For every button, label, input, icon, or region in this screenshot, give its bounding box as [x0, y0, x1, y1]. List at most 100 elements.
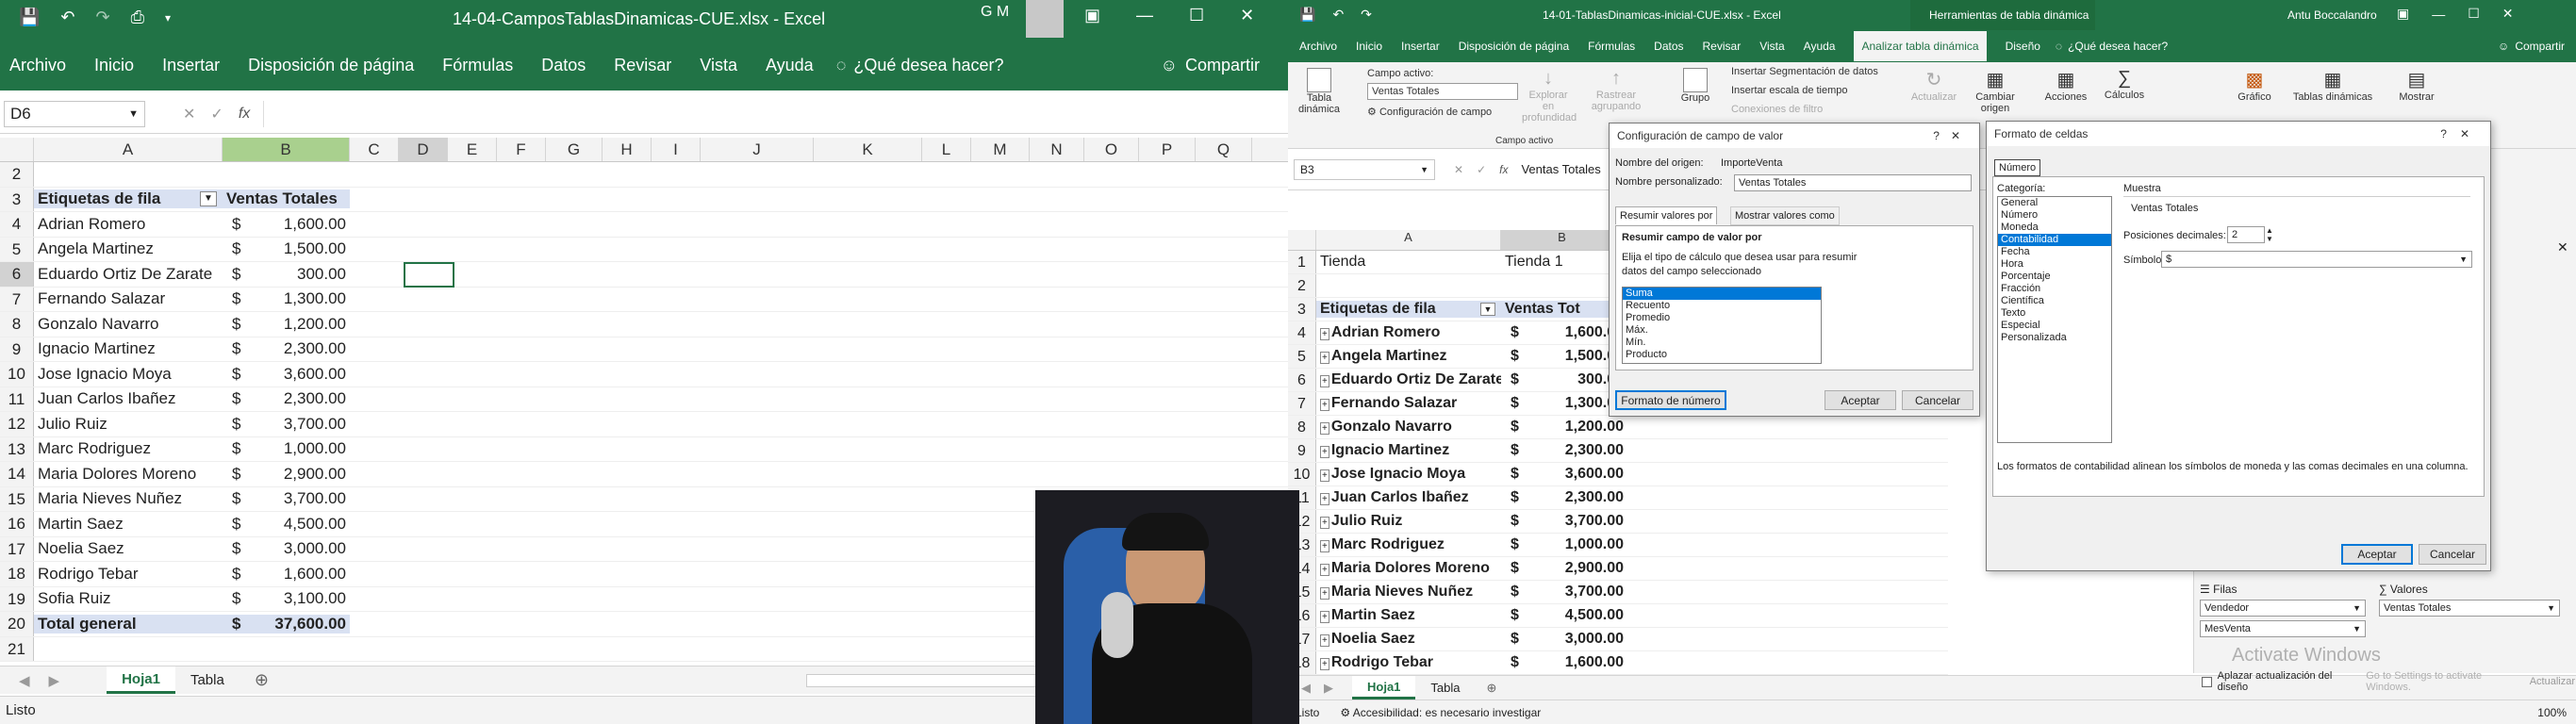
column-header[interactable]: E	[448, 138, 497, 161]
undo-icon[interactable]: ↶	[60, 8, 74, 27]
cell-label[interactable]: Julio Ruiz	[34, 415, 223, 434]
row-header[interactable]: 8	[1288, 416, 1316, 438]
cell-label[interactable]: Fernando Salazar	[34, 289, 223, 308]
cell-label[interactable]: + Gonzalo Navarro	[1316, 419, 1501, 436]
cell-value[interactable]: 2,300.00	[1529, 489, 1624, 506]
cell-label[interactable]: + Fernando Salazar	[1316, 395, 1501, 412]
row-header[interactable]: 7	[0, 287, 34, 311]
scroll-left-icon[interactable]: ◀	[1301, 681, 1311, 696]
scroll-left-icon[interactable]: ◀	[19, 672, 30, 689]
add-sheet-icon[interactable]: ⊕	[255, 670, 269, 690]
cell-label[interactable]: Jose Ignacio Moya	[34, 365, 223, 384]
row-header[interactable]: 10	[1288, 463, 1316, 485]
cell-label[interactable]: + Maria Dolores Moreno	[1316, 560, 1501, 577]
cell-label[interactable]: + Marc Rodriguez	[1316, 536, 1501, 553]
ribbon-tab[interactable]: Disposición de página	[1459, 40, 1569, 53]
sheet-tab[interactable]: Tabla	[175, 666, 239, 694]
tab-summarize-by[interactable]: Resumir valores por	[1615, 206, 1718, 224]
row-header[interactable]: 11	[0, 387, 34, 411]
redo-icon[interactable]: ↷	[1361, 7, 1372, 23]
column-header[interactable]: K	[814, 138, 922, 161]
cell-value[interactable]: Ventas Totales	[223, 189, 350, 209]
zoom-level[interactable]: 100%	[2537, 706, 2567, 719]
cell-label[interactable]: + Angela Martinez	[1316, 348, 1501, 365]
row-header[interactable]: 12	[0, 412, 34, 436]
row-header[interactable]: 4	[1288, 321, 1316, 344]
row-header[interactable]: 17	[0, 536, 34, 561]
cell-value[interactable]: 1,600.00	[251, 565, 350, 584]
ribbon-tab[interactable]: Insertar	[1401, 40, 1440, 53]
cell-value[interactable]: Tienda 1	[1501, 254, 1624, 271]
actions-button[interactable]: ▦ Acciones	[2042, 68, 2089, 103]
column-header[interactable]: H	[603, 138, 652, 161]
refresh-button[interactable]: ↻ Actualizar	[1910, 68, 1957, 103]
list-item[interactable]: Promedio	[1623, 312, 1821, 324]
ribbon-tab[interactable]: Archivo	[1299, 40, 1337, 53]
cell-value[interactable]: 3,700.00	[251, 489, 350, 508]
share-button[interactable]: Compartir	[1185, 56, 1260, 75]
cell-value[interactable]: 1,200.00	[1529, 419, 1624, 436]
cell-label[interactable]: Eduardo Ortiz De Zarate	[34, 265, 223, 284]
column-header[interactable]: J	[701, 138, 814, 161]
ribbon-tab[interactable]: Archivo	[9, 56, 66, 75]
cell-value[interactable]: 4,500.00	[1529, 607, 1624, 624]
ribbon-display-icon[interactable]: ▣	[2397, 6, 2409, 22]
change-source-button[interactable]: ▦ Cambiar origen	[1965, 68, 2025, 114]
list-item[interactable]: Mín.	[1623, 337, 1821, 349]
active-field-input[interactable]: Ventas Totales	[1367, 83, 1518, 100]
ribbon-tab[interactable]: Inicio	[94, 56, 134, 75]
insert-function-icon[interactable]: fx	[1499, 163, 1508, 176]
calculations-button[interactable]: ∑ Cálculos	[2101, 68, 2148, 101]
row-header[interactable]: 9	[1288, 439, 1316, 462]
redo-icon[interactable]: ↷	[96, 8, 110, 27]
insert-timeline-button[interactable]: Insertar escala de tiempo	[1731, 85, 1848, 96]
cell-value[interactable]: 1,500.00	[251, 239, 350, 258]
cell-label[interactable]: + Martin Saez	[1316, 607, 1501, 624]
cancel-button[interactable]: Cancelar	[1902, 390, 1973, 410]
cell-label[interactable]: + Eduardo Ortiz De Zarate	[1316, 371, 1501, 388]
customize-qat-icon[interactable]: ▾	[165, 11, 171, 25]
cell-label[interactable]: + Rodrigo Tebar	[1316, 654, 1501, 671]
row-header[interactable]: 5	[1288, 345, 1316, 368]
expand-icon[interactable]: +	[1320, 375, 1329, 387]
cell-value[interactable]: 3,600.00	[1529, 466, 1624, 483]
cell-label[interactable]: + Maria Nieves Nuñez	[1316, 584, 1501, 601]
cell-value[interactable]: 3,600.00	[251, 365, 350, 384]
column-header[interactable]: C	[350, 138, 399, 161]
ribbon-tab[interactable]: Datos	[1654, 40, 1683, 53]
expand-icon[interactable]: +	[1320, 399, 1329, 411]
row-header[interactable]: 13	[0, 436, 34, 461]
values-field-ventas[interactable]: Ventas Totales ▼	[2379, 600, 2560, 617]
ribbon-tab[interactable]: Datos	[541, 56, 586, 75]
column-header[interactable]: N	[1030, 138, 1084, 161]
avatar[interactable]	[1026, 0, 1064, 38]
column-header[interactable]: B	[1501, 230, 1624, 250]
pivot-chart-button[interactable]: ▩ Gráfico	[2231, 68, 2278, 103]
symbol-select[interactable]: $ ▼	[2161, 251, 2472, 268]
ribbon-tab[interactable]: Vista	[700, 56, 737, 75]
row-header[interactable]: 7	[1288, 392, 1316, 415]
cell-value[interactable]: 1,300.00	[251, 289, 350, 308]
cell-value[interactable]: Ventas Tot	[1501, 301, 1624, 318]
save-icon[interactable]: 💾	[19, 8, 40, 27]
cell-value[interactable]: 4,500.00	[251, 515, 350, 534]
group-button[interactable]: Grupo	[1675, 68, 1716, 104]
cell-label[interactable]: Rodrigo Tebar	[34, 565, 223, 584]
maximize-icon[interactable]: ☐	[2468, 6, 2480, 22]
decimal-places-input[interactable]: 2	[2227, 226, 2265, 243]
tell-me-search[interactable]: ¿Qué desea hacer?	[853, 56, 1003, 75]
close-icon[interactable]: ✕	[2502, 6, 2514, 22]
cell-label[interactable]: Sofia Ruiz	[34, 589, 223, 608]
category-list[interactable]: General Número Moneda Contabilidad Fecha Hora…	[1997, 196, 2112, 443]
cell-value[interactable]: 1,000.00	[251, 439, 350, 458]
enter-icon[interactable]: ✓	[1477, 163, 1486, 176]
rows-field-vendedor[interactable]: Vendedor ▼	[2200, 600, 2366, 617]
cell-value[interactable]: 2,300.00	[251, 339, 350, 358]
row-header[interactable]: 3	[1288, 298, 1316, 321]
filter-dropdown-icon[interactable]: ▼	[200, 191, 217, 207]
cell-value[interactable]: 3,000.00	[251, 539, 350, 558]
cell-value[interactable]: 2,900.00	[251, 465, 350, 484]
list-item[interactable]: Producto	[1623, 349, 1821, 361]
add-sheet-icon[interactable]: ⊕	[1486, 681, 1496, 696]
cell-label[interactable]: Etiquetas de fila	[1316, 301, 1501, 318]
